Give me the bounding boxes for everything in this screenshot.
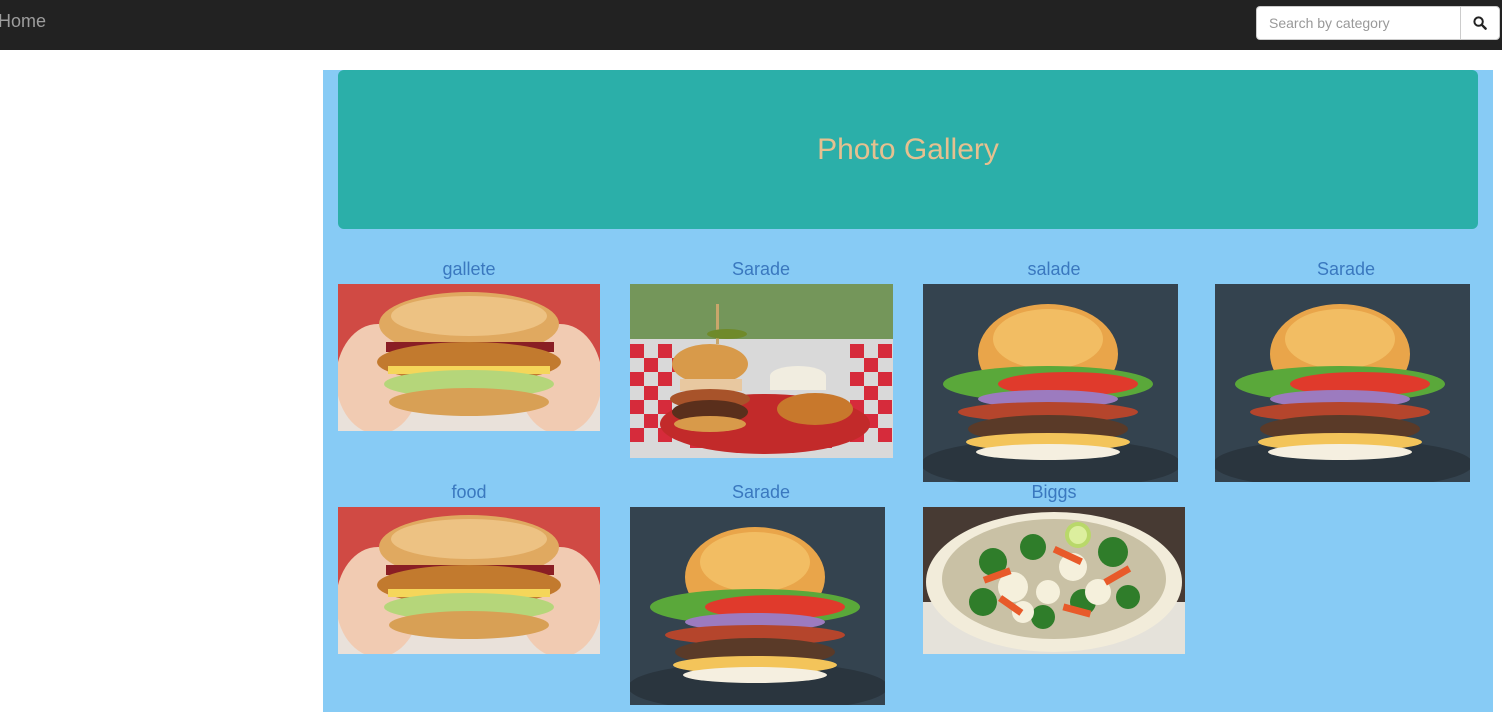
gallery-card[interactable]: Biggs (923, 482, 1185, 662)
gallery-card-label: Sarade (1316, 259, 1376, 279)
gallery-image[interactable] (1215, 284, 1470, 482)
search-button[interactable] (1460, 6, 1500, 40)
gallery-card-label: food (451, 482, 487, 502)
gallery-image[interactable] (923, 284, 1178, 482)
gallery-image[interactable] (338, 507, 600, 654)
gallery-card[interactable]: Sarade (1215, 259, 1477, 484)
gallery-image[interactable] (923, 507, 1185, 654)
search-icon (1473, 16, 1487, 30)
gallery-card[interactable]: Sarade (630, 482, 892, 712)
gallery-card[interactable]: food (338, 482, 600, 662)
nav-home-link[interactable]: Home (0, 11, 46, 32)
search-input[interactable] (1256, 6, 1460, 40)
gallery-card[interactable]: salade (923, 259, 1185, 484)
gallery-container: Photo Gallery gallete Sarade salade Sara… (323, 70, 1493, 712)
gallery-card-label: salade (1027, 259, 1081, 279)
gallery-image[interactable] (630, 507, 885, 705)
jumbotron: Photo Gallery (338, 70, 1478, 229)
gallery-card-label: Biggs (1031, 482, 1077, 502)
page-title: Photo Gallery (817, 132, 999, 166)
search-form (1256, 6, 1500, 40)
gallery-card[interactable]: Sarade (630, 259, 893, 459)
gallery-card-label: Sarade (731, 482, 791, 502)
gallery-image[interactable] (630, 284, 893, 458)
gallery-card[interactable]: gallete (338, 259, 600, 439)
gallery-image[interactable] (338, 284, 600, 431)
top-navbar: Home (0, 0, 1502, 50)
gallery-card-label: Sarade (731, 259, 791, 279)
gallery-card-label: gallete (442, 259, 496, 279)
